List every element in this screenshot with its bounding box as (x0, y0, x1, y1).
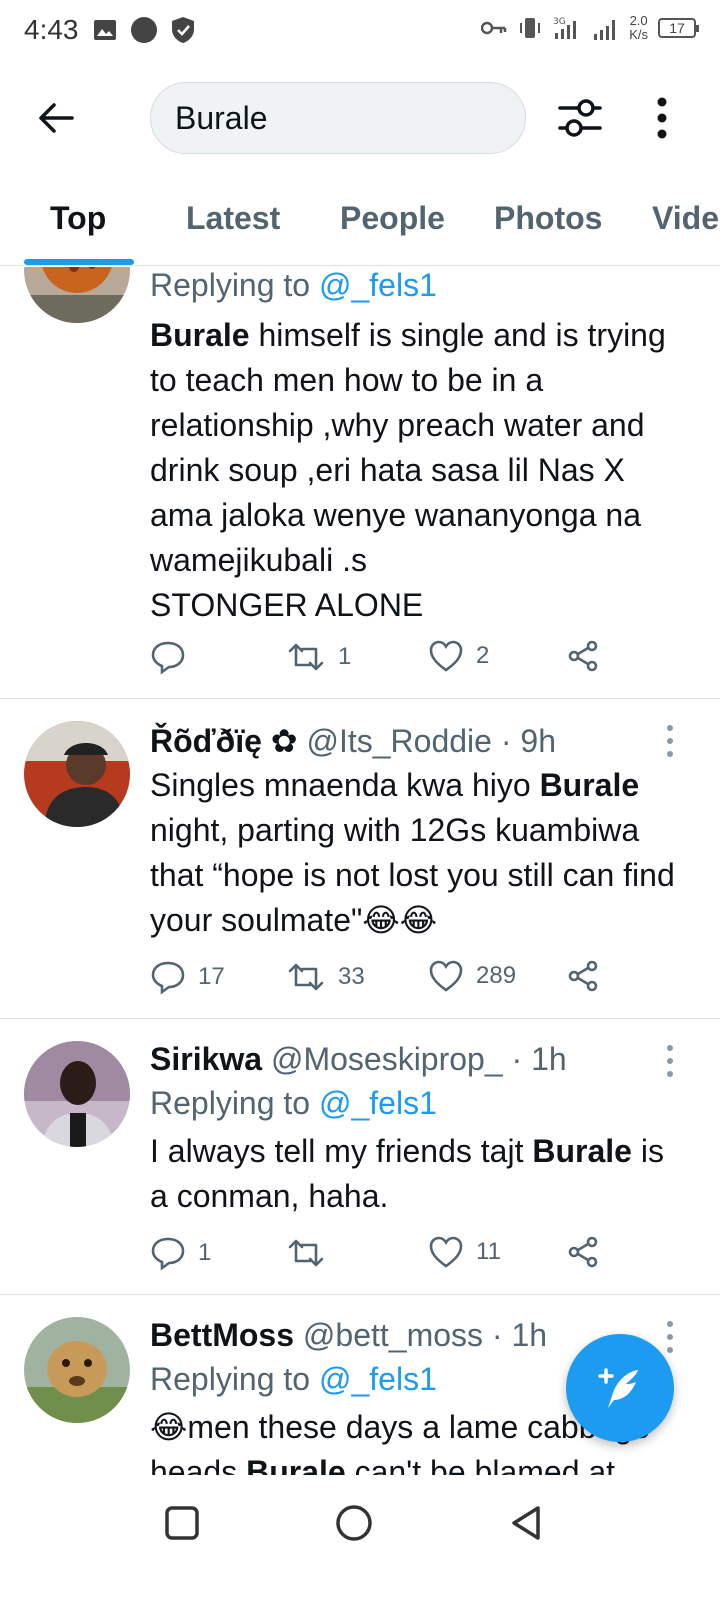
svg-text:3G: 3G (553, 17, 566, 27)
share-button[interactable] (566, 639, 600, 673)
tab-people[interactable]: People (340, 200, 445, 237)
reply-button[interactable] (150, 639, 198, 675)
status-bar: 4:43 3G 2.0 K/s 17 (0, 0, 720, 64)
like-button[interactable]: 289 (428, 959, 516, 993)
tab-videos[interactable]: Vide (652, 200, 719, 237)
retweet-icon (288, 963, 324, 991)
avatar[interactable] (24, 267, 130, 323)
recents-button[interactable] (162, 1503, 202, 1543)
shield-check-icon (172, 17, 194, 43)
signal-icon (594, 20, 616, 40)
tweet[interactable]: Replying to @_fels1 Burale himself is si… (0, 267, 720, 699)
tweet-text: I always tell my friends tajt Burale is … (150, 1133, 664, 1214)
system-nav-bar (0, 1475, 720, 1600)
reply-handle-link[interactable]: @_fels1 (319, 1085, 437, 1121)
more-vertical-icon (667, 725, 673, 757)
heart-icon (429, 960, 463, 992)
battery-icon: 17 (658, 18, 699, 38)
more-vertical-icon (667, 1321, 673, 1353)
author-handle[interactable]: @Moseskiprop_ (271, 1041, 503, 1077)
author-name[interactable]: BettMoss (150, 1317, 294, 1353)
tweet-actions: 1 2 (150, 639, 610, 679)
tweet-more-button[interactable] (660, 723, 680, 759)
triangle-back-icon (512, 1506, 540, 1540)
share-icon (568, 640, 598, 672)
retweet-button[interactable] (286, 1235, 338, 1271)
vibrate-icon (520, 18, 541, 38)
search-header (0, 64, 720, 172)
author-name[interactable]: Řõďðïę (150, 723, 262, 759)
more-vertical-icon (667, 1045, 673, 1077)
author-handle[interactable]: @bett_moss (303, 1317, 483, 1353)
tweet[interactable]: Řõďðïę ✿ @Its_Roddie · 9h Singles mnaend… (0, 699, 720, 1019)
replying-to: Replying to @_fels1 (150, 267, 437, 303)
tweet-more-button[interactable] (660, 1043, 680, 1079)
tab-top[interactable]: Top (50, 200, 106, 237)
record-notification-icon (131, 17, 157, 43)
arrow-left-icon (39, 103, 74, 133)
tab-photos[interactable]: Photos (494, 200, 602, 237)
signal-3g-icon: 3G (553, 17, 577, 39)
replying-to: Replying to @_fels1 (150, 1085, 437, 1121)
tab-latest[interactable]: Latest (186, 200, 280, 237)
sliders-icon (558, 99, 602, 137)
more-vertical-icon (657, 97, 667, 139)
tweet-header: Sirikwa @Moseskiprop_ · 1h (150, 1037, 690, 1081)
square-icon (165, 1506, 199, 1540)
home-button[interactable] (334, 1503, 374, 1543)
tweet-time: · 1h (491, 1317, 548, 1353)
tweet-time: · 9h (500, 723, 556, 759)
search-filter-button[interactable] (556, 94, 604, 142)
share-button[interactable] (566, 959, 600, 993)
back-button[interactable] (34, 96, 78, 140)
share-button[interactable] (566, 1235, 600, 1269)
reply-button[interactable]: 1 (150, 1235, 211, 1271)
tweet-more-button[interactable] (660, 1319, 680, 1355)
tweet-header: Řõďðïę ✿ @Its_Roddie · 9h (150, 719, 690, 763)
retweet-icon (288, 1239, 324, 1267)
author-badge: ✿ (270, 723, 298, 759)
share-icon (568, 960, 598, 992)
search-input[interactable] (151, 83, 525, 153)
image-notification-icon (94, 20, 116, 40)
share-icon (568, 1236, 598, 1268)
tweet-feed[interactable]: Replying to @_fels1 Burale himself is si… (0, 267, 720, 1475)
system-back-button[interactable] (506, 1503, 546, 1543)
tweet-actions: 17 33 289 (150, 959, 610, 999)
reply-handle-link[interactable]: @_fels1 (319, 1361, 437, 1397)
reply-icon (151, 961, 185, 995)
tweet[interactable]: Sirikwa @Moseskiprop_ · 1h Replying to @… (0, 1019, 720, 1295)
tweet-text: Singles mnaenda kwa hiyo Burale night, p… (150, 767, 675, 938)
heart-icon (429, 640, 463, 672)
search-tabs: Top Latest People Photos Vide (0, 172, 720, 266)
heart-icon (429, 1236, 463, 1268)
avatar[interactable] (24, 1041, 130, 1147)
more-options-button[interactable] (644, 94, 680, 142)
avatar[interactable] (24, 1317, 130, 1423)
retweet-button[interactable]: 33 (286, 959, 365, 995)
compose-tweet-button[interactable] (566, 1334, 674, 1442)
reply-icon (151, 1237, 185, 1271)
key-icon (481, 21, 507, 35)
like-button[interactable]: 11 (428, 1235, 501, 1269)
reply-handle-link[interactable]: @_fels1 (319, 267, 437, 303)
avatar[interactable] (24, 721, 130, 827)
retweet-icon (288, 643, 324, 671)
reply-button[interactable]: 17 (150, 959, 225, 995)
status-time: 4:43 (24, 14, 79, 45)
author-handle[interactable]: @Its_Roddie (306, 723, 491, 759)
tweet-time: · 1h (511, 1041, 567, 1077)
author-name[interactable]: Sirikwa (150, 1041, 262, 1077)
net-speed: 2.0 (629, 13, 648, 28)
active-tab-indicator (24, 259, 134, 265)
reply-icon (151, 641, 185, 675)
tweet-text: Burale himself is single and is trying t… (150, 317, 666, 623)
tweet-actions: 1 11 (150, 1235, 610, 1275)
circle-icon (336, 1505, 372, 1541)
search-box[interactable] (150, 82, 526, 154)
like-button[interactable]: 2 (428, 639, 489, 673)
compose-feather-icon (598, 1368, 638, 1408)
retweet-button[interactable]: 1 (286, 639, 351, 675)
net-unit: K/s (629, 27, 648, 42)
